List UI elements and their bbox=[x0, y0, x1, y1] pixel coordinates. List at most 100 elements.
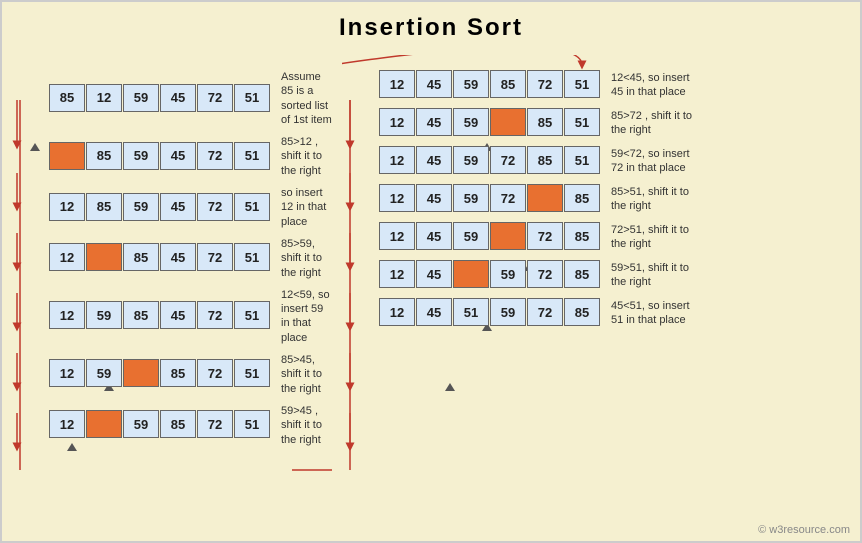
cell: 45 bbox=[416, 184, 452, 212]
cell: 85 bbox=[49, 84, 85, 112]
right-rows-container: 12455985725112<45, so insert 45 in that … bbox=[357, 60, 762, 332]
cell bbox=[527, 184, 563, 212]
array-row: 851259457251 bbox=[49, 84, 271, 112]
row-label: 12<45, so insert 45 in that place bbox=[611, 71, 701, 100]
cell: 51 bbox=[564, 70, 600, 98]
cell: 12 bbox=[86, 84, 122, 112]
cell: 45 bbox=[416, 146, 452, 174]
row-group: 1285457251 85>59, shift it to the right bbox=[27, 237, 332, 280]
left-rows-container: 851259457251Assume 85 is a sorted list o… bbox=[27, 60, 332, 451]
row-group: 128559457251 so insert 12 in that place bbox=[27, 186, 332, 229]
cell: 51 bbox=[564, 146, 600, 174]
cell: 59 bbox=[86, 359, 122, 387]
cell: 12 bbox=[379, 146, 415, 174]
cell: 51 bbox=[453, 298, 489, 326]
row-label: so insert 12 in that place bbox=[281, 186, 332, 229]
cell: 85 bbox=[527, 146, 563, 174]
cell: 72 bbox=[527, 298, 563, 326]
cell: 85 bbox=[86, 142, 122, 170]
cell: 59 bbox=[123, 193, 159, 221]
cell: 12 bbox=[379, 298, 415, 326]
cell: 45 bbox=[416, 108, 452, 136]
cell: 85 bbox=[564, 222, 600, 250]
row-label: 59<72, so insert 72 in that place bbox=[611, 147, 701, 176]
cell bbox=[490, 108, 526, 136]
watermark: © w3resource.com bbox=[758, 524, 850, 536]
row-group: 124559857251 12<45, so insert 45 in that … bbox=[357, 70, 762, 100]
cell: 59 bbox=[490, 260, 526, 288]
array-row: 125985457251 bbox=[49, 301, 271, 329]
cell: 72 bbox=[527, 222, 563, 250]
array-row: 1245598551 bbox=[379, 108, 601, 136]
array-row: 1245597285 bbox=[379, 222, 601, 250]
cell: 12 bbox=[379, 70, 415, 98]
cell: 72 bbox=[490, 184, 526, 212]
cell: 59 bbox=[123, 410, 159, 438]
cell: 72 bbox=[197, 410, 233, 438]
cell: 72 bbox=[197, 301, 233, 329]
row-group: 124559728559>51, shift it to the right bbox=[357, 260, 762, 290]
array-row: 1259857251 bbox=[49, 359, 271, 387]
row-label: 59>45 , shift it to the right bbox=[281, 404, 332, 447]
row-group: 124559728585>51, shift it to the right bbox=[357, 184, 762, 214]
array-row: 8559457251 bbox=[49, 142, 271, 170]
cell: 85 bbox=[564, 298, 600, 326]
cell: 51 bbox=[234, 193, 270, 221]
cell: 12 bbox=[379, 184, 415, 212]
cell: 51 bbox=[234, 243, 270, 271]
cell: 51 bbox=[564, 108, 600, 136]
cell: 85 bbox=[123, 243, 159, 271]
cell: 45 bbox=[160, 142, 196, 170]
cell: 59 bbox=[453, 146, 489, 174]
row-label: 45<51, so insert 51 in that place bbox=[611, 299, 701, 328]
cell bbox=[49, 142, 85, 170]
cell: 45 bbox=[160, 193, 196, 221]
row-label: 85>72 , shift it to the right bbox=[611, 109, 701, 138]
row-label: Assume 85 is a sorted list of 1st item bbox=[281, 70, 332, 127]
cell: 85 bbox=[564, 184, 600, 212]
cell bbox=[86, 243, 122, 271]
row-group: 8559457251 85>12 , shift it to the right bbox=[27, 135, 332, 178]
cell: 45 bbox=[416, 260, 452, 288]
array-row: 1259857251 bbox=[49, 410, 271, 438]
array-row: 1245597285 bbox=[379, 260, 601, 288]
left-column: 851259457251Assume 85 is a sorted list o… bbox=[12, 55, 332, 451]
row-group: 12598545725112<59, so insert 59 in that … bbox=[27, 288, 332, 345]
cell: 45 bbox=[160, 243, 196, 271]
cell: 12 bbox=[379, 222, 415, 250]
cell: 72 bbox=[197, 243, 233, 271]
row-group: 1245598551 85>72 , shift it to the right bbox=[357, 108, 762, 138]
cell bbox=[123, 359, 159, 387]
array-row: 124559857251 bbox=[379, 70, 601, 98]
row-group: 124559728572>51, shift it to the right bbox=[357, 222, 762, 252]
cell: 85 bbox=[86, 193, 122, 221]
cell: 59 bbox=[490, 298, 526, 326]
array-row: 128559457251 bbox=[49, 193, 271, 221]
row-group: 12455972855159<72, so insert 72 in that … bbox=[357, 146, 762, 176]
cell bbox=[453, 260, 489, 288]
row-label: 85>12 , shift it to the right bbox=[281, 135, 332, 178]
cell: 59 bbox=[453, 70, 489, 98]
array-row: 124551597285 bbox=[379, 298, 601, 326]
cell: 72 bbox=[527, 70, 563, 98]
row-label: 59>51, shift it to the right bbox=[611, 261, 701, 290]
cell: 45 bbox=[416, 70, 452, 98]
cell: 72 bbox=[197, 84, 233, 112]
array-row: 1285457251 bbox=[49, 243, 271, 271]
row-label: 85>45, shift it to the right bbox=[281, 353, 332, 396]
main-container: Insertion Sort bbox=[0, 0, 862, 543]
row-group: 851259457251 Assume 85 is a sorted list o… bbox=[27, 70, 332, 127]
cell: 12 bbox=[379, 108, 415, 136]
cell: 59 bbox=[86, 301, 122, 329]
cell: 12 bbox=[49, 193, 85, 221]
cell: 72 bbox=[197, 359, 233, 387]
cell: 45 bbox=[416, 222, 452, 250]
cell: 12 bbox=[49, 359, 85, 387]
page-title: Insertion Sort bbox=[2, 2, 860, 50]
cell: 45 bbox=[160, 84, 196, 112]
cell: 85 bbox=[490, 70, 526, 98]
cell: 51 bbox=[234, 301, 270, 329]
cell: 51 bbox=[234, 410, 270, 438]
cell: 72 bbox=[197, 142, 233, 170]
row-label: 85>59, shift it to the right bbox=[281, 237, 332, 280]
